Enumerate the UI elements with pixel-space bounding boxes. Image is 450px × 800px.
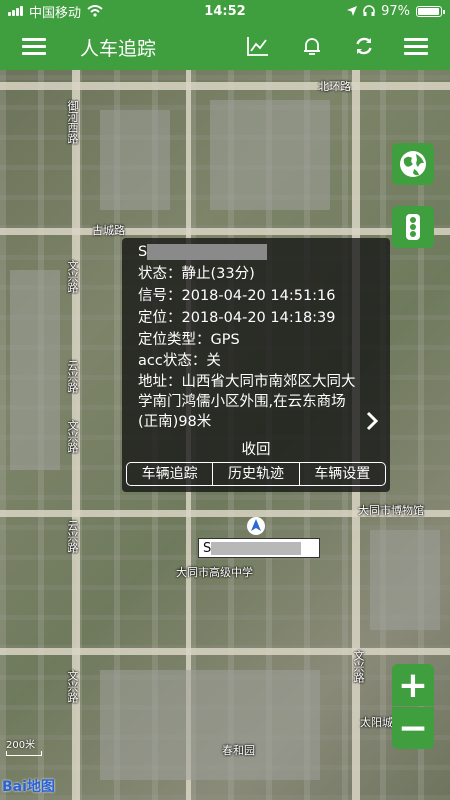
map-block (100, 670, 320, 780)
map-road (0, 228, 450, 235)
map-label: 春和园 (222, 744, 255, 757)
status-value: 静止(33分) (181, 266, 255, 282)
map-block (370, 530, 440, 630)
bell-icon[interactable] (292, 22, 332, 70)
globe-icon (400, 151, 426, 177)
status-right: 97% (347, 3, 445, 19)
baidu-logo: Bai地图 (2, 779, 55, 795)
action-bar: 车辆追踪 历史轨迹 车辆设置 (126, 462, 386, 486)
vehicle-settings-button[interactable]: 车辆设置 (300, 463, 385, 485)
status-bar: 中国移动 14:52 97% (0, 0, 450, 22)
signal-label: 信号： (138, 288, 182, 304)
refresh-icon[interactable] (344, 22, 384, 70)
map-type-button[interactable] (392, 143, 434, 185)
map-label: 太阳城 (360, 716, 393, 729)
history-track-button[interactable]: 历史轨迹 (213, 463, 300, 485)
battery-icon (416, 5, 445, 17)
marker-plate-mask (211, 542, 302, 555)
map-label: 文兴路 (352, 650, 365, 683)
acc-value: 关 (206, 353, 221, 369)
vehicle-marker-label[interactable]: S (198, 538, 320, 558)
status-row: 状态：静止(33分) (138, 264, 255, 285)
scale-bar (6, 751, 42, 756)
locate-type-label: 定位类型： (138, 332, 211, 348)
map-block (100, 110, 170, 210)
map-label: 文兴路 (66, 670, 79, 703)
vehicle-tracking-button[interactable]: 车辆追踪 (127, 463, 214, 485)
status-label: 状态： (138, 266, 182, 282)
locate-row: 定位：2018-04-20 14:18:39 (138, 308, 336, 329)
map-label: 云兴路 (66, 520, 79, 553)
locate-label: 定位： (138, 310, 182, 326)
list-menu-icon[interactable] (396, 22, 436, 70)
nav-bar: 人车追踪 (0, 22, 450, 70)
zoom-out-button[interactable]: − (392, 707, 434, 749)
map-road (0, 648, 450, 655)
vehicle-marker-icon[interactable] (246, 516, 266, 536)
map-scale: 200米 (6, 736, 42, 756)
marker-plate-prefix: S (203, 541, 212, 556)
map-label: 大同市高级中学 (176, 566, 253, 579)
map-label: 御河西路 (66, 100, 79, 144)
scale-text: 200米 (6, 740, 36, 751)
map-road (0, 82, 450, 90)
address-row: 地址：山西省大同市南郊区大同大学南门鸿儒小区外围,在云东商场(正南)98米 (138, 372, 363, 432)
acc-label: acc状态： (138, 353, 207, 369)
locate-type-value: GPS (210, 332, 240, 348)
battery-percent: 97% (381, 3, 410, 19)
map-label: 文兴路 (66, 420, 79, 453)
map-label: 云兴路 (66, 360, 79, 393)
plate-prefix: S (138, 244, 148, 260)
map-block (10, 270, 60, 470)
location-arrow-icon (347, 6, 358, 16)
plate-mask (147, 244, 268, 260)
acc-row: acc状态：关 (138, 351, 221, 372)
menu-icon[interactable] (14, 22, 54, 70)
locate-value: 2018-04-20 14:18:39 (181, 310, 336, 326)
zoom-in-button[interactable]: + (392, 664, 434, 706)
locate-type-row: 定位类型：GPS (138, 330, 240, 351)
map-label: 文兴路 (66, 260, 79, 293)
map-block (210, 100, 330, 210)
chart-icon[interactable] (238, 22, 278, 70)
traffic-light-icon (406, 214, 420, 240)
map-label: 大同市博物馆 (358, 504, 424, 517)
signal-row: 信号：2018-04-20 14:51:16 (138, 286, 336, 307)
vehicle-info-popup: S 状态：静止(33分) 信号：2018-04-20 14:51:16 定位：2… (122, 238, 390, 492)
address-label: 地址： (138, 374, 182, 390)
chevron-right-icon[interactable] (362, 410, 382, 432)
map-label: 北环路 (318, 80, 351, 93)
page-title: 人车追踪 (80, 38, 157, 60)
headphones-icon (363, 5, 375, 16)
traffic-button[interactable] (392, 206, 434, 248)
signal-value: 2018-04-20 14:51:16 (181, 288, 336, 304)
plate-row: S (138, 242, 268, 263)
map-label: 古城路 (92, 224, 125, 237)
collapse-button[interactable]: 收回 (122, 438, 390, 459)
